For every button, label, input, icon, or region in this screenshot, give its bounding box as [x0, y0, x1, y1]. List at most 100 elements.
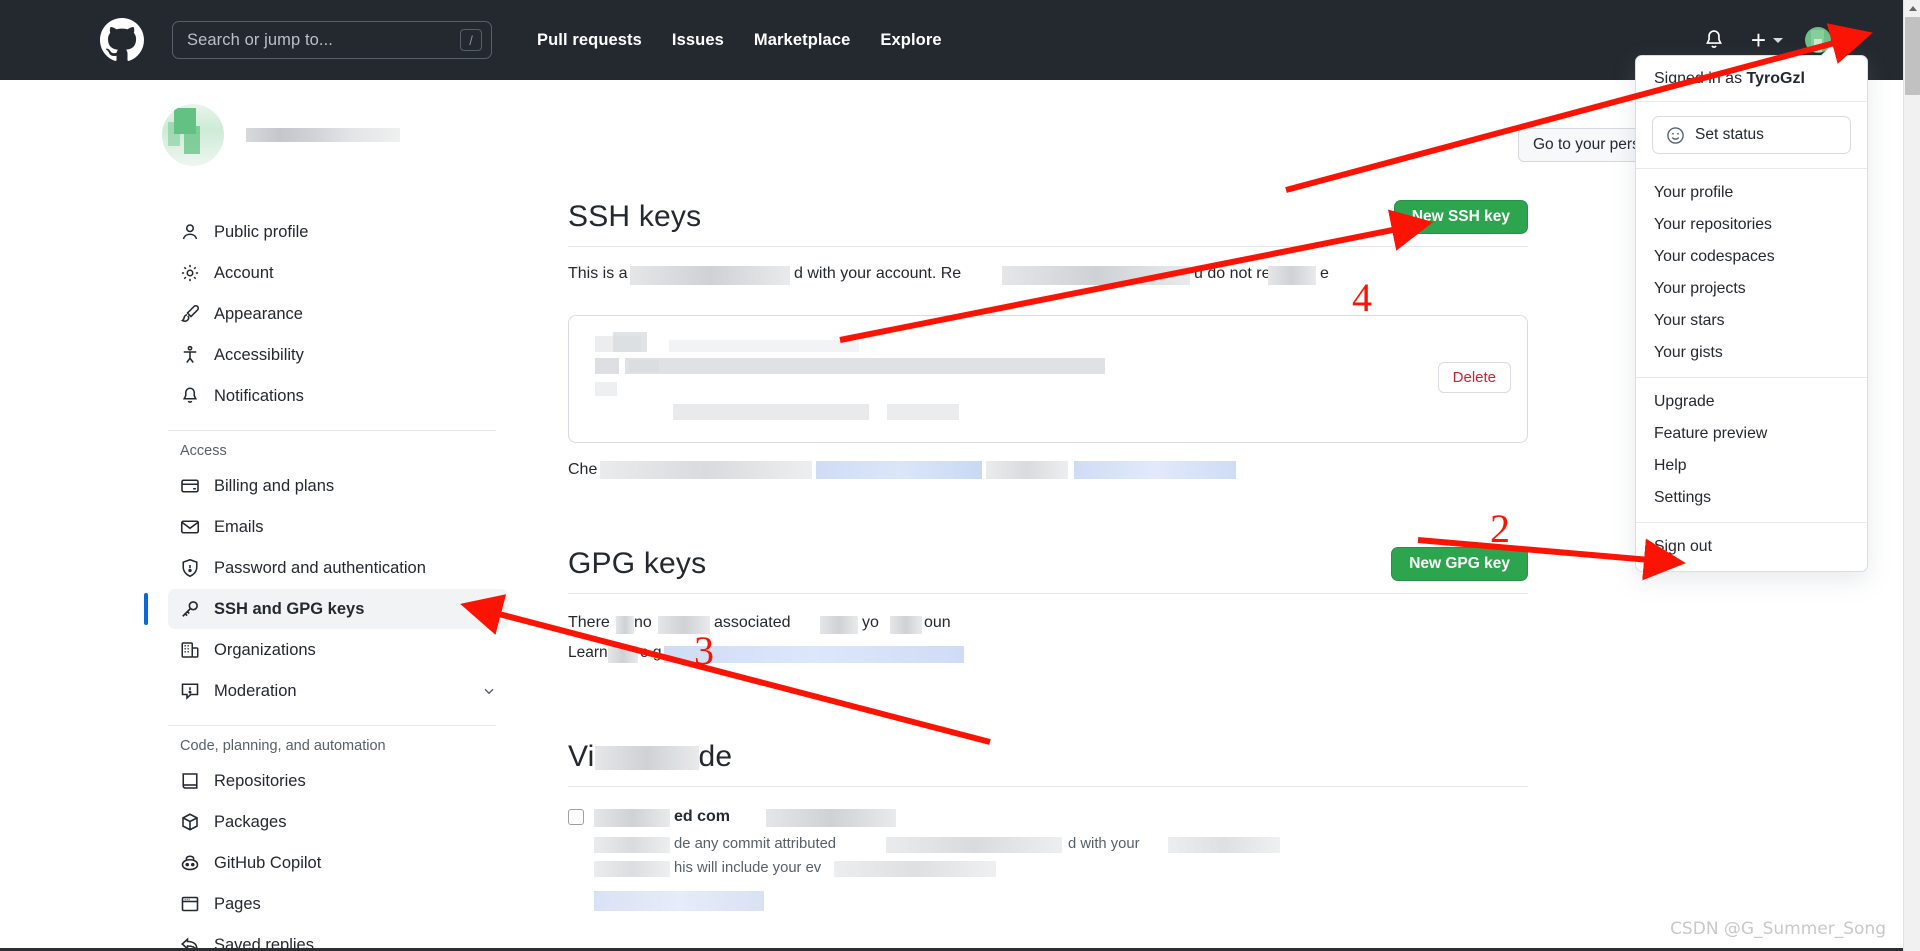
new-gpg-key-button[interactable]: New GPG key	[1391, 547, 1528, 581]
sidebar-item-label: Billing and plans	[214, 476, 335, 495]
copilot-icon	[181, 855, 199, 871]
report-icon	[181, 683, 199, 700]
sidebar-item-label: Notifications	[214, 386, 304, 405]
primary-nav: Pull requests Issues Marketplace Explore	[522, 31, 957, 50]
nav-pull-requests[interactable]: Pull requests	[522, 31, 657, 50]
gear-icon	[181, 264, 199, 282]
menu-item-help[interactable]: Help	[1636, 450, 1867, 482]
repo-icon	[182, 773, 198, 789]
watermark: CSDN @G_Summer_Song	[1670, 919, 1886, 939]
accessibility-icon	[183, 345, 197, 363]
gpg-learn-part2[interactable]: o g	[640, 644, 662, 662]
sidebar-item-label: SSH and GPG keys	[214, 599, 365, 618]
sidebar-item-emails[interactable]: Emails	[168, 507, 508, 547]
ssh-keys-description: This is a list o d with your account. Re…	[568, 265, 1528, 289]
sidebar-item-label: Emails	[214, 517, 264, 536]
ssh-desc-part3: u do not rec	[1194, 265, 1279, 282]
gpg-title: GPG keys	[568, 547, 707, 580]
sidebar-item-password-and-authentication[interactable]: Password and authentication	[168, 548, 508, 588]
shield-lock-icon	[182, 558, 198, 578]
signed-in-prefix: Signed in as	[1654, 70, 1747, 87]
page-scrollbar[interactable]	[1903, 0, 1920, 951]
vigilant-checkbox-label: ed com	[674, 808, 731, 825]
bell-icon	[183, 387, 197, 403]
menu-item-upgrade[interactable]: Upgrade	[1636, 386, 1867, 418]
flag-unsigned-commits-checkbox[interactable]	[568, 809, 584, 825]
search-input[interactable]: Search or jump to... /	[172, 21, 492, 59]
menu-item-your-projects[interactable]: Your projects	[1636, 273, 1867, 305]
menu-item-your-profile[interactable]: Your profile	[1636, 177, 1867, 209]
new-ssh-key-button[interactable]: New SSH key	[1393, 200, 1528, 234]
scroll-up-arrow-icon[interactable]	[1904, 0, 1920, 17]
sidebar-item-pages[interactable]: Pages	[168, 884, 508, 924]
ssh-key-card: Delete	[568, 315, 1528, 443]
sidebar-item-label: Pages	[214, 894, 261, 913]
sidebar-item-label: GitHub Copilot	[214, 853, 322, 872]
gpg-empty-part3: associated	[714, 614, 791, 631]
header-actions: +	[1703, 27, 1898, 53]
github-mark-icon[interactable]	[100, 18, 144, 62]
vigilant-help-2: his will include your ev	[674, 860, 822, 876]
gpg-empty-part5: oun	[924, 614, 951, 631]
menu-item-your-stars[interactable]: Your stars	[1636, 305, 1867, 337]
avatar[interactable]	[162, 104, 224, 166]
sidebar-item-moderation[interactable]: Moderation	[168, 671, 508, 711]
sidebar-item-repositories[interactable]: Repositories	[168, 761, 508, 801]
smiley-icon	[1667, 126, 1684, 144]
annotation-number-3: 3	[694, 628, 714, 673]
sidebar-group-code-label: Code, planning, and automation	[180, 738, 386, 754]
menu-item-your-gists[interactable]: Your gists	[1636, 337, 1867, 369]
paintbrush-icon	[180, 305, 199, 322]
sidebar-item-github-copilot[interactable]: GitHub Copilot	[168, 843, 508, 883]
dropdown-section-personal: Your profile Your repositories Your code…	[1636, 169, 1867, 378]
nav-explore[interactable]: Explore	[865, 31, 956, 50]
menu-item-settings[interactable]: Settings	[1636, 482, 1867, 514]
sidebar-item-label: Organizations	[214, 640, 316, 659]
vigilant-mode-header: Vi de	[568, 740, 1528, 774]
vigilant-title: Vi de	[568, 740, 732, 774]
chevron-down-icon[interactable]	[482, 684, 496, 698]
annotation-number-4: 4	[1352, 275, 1372, 320]
set-status-button[interactable]: Set status	[1652, 116, 1851, 154]
person-icon	[182, 224, 198, 240]
signed-in-username: TyroGzl	[1746, 70, 1805, 87]
sidebar-item-accessibility[interactable]: Accessibility	[168, 335, 508, 375]
credit-card-icon	[181, 479, 199, 493]
create-new-menu[interactable]: +	[1751, 27, 1783, 53]
sidebar-item-label: Password and authentication	[214, 558, 426, 577]
dropdown-section-signout: Sign out	[1636, 523, 1867, 571]
page-title: SSH keys	[568, 200, 702, 233]
key-icon	[182, 601, 198, 617]
sidebar-item-packages[interactable]: Packages	[168, 802, 508, 842]
scrollbar-thumb[interactable]	[1905, 17, 1920, 95]
vigilant-help-1: de any commit attributed	[674, 836, 837, 852]
sidebar-item-public-profile[interactable]: Public profile	[168, 212, 508, 252]
menu-item-feature-preview[interactable]: Feature preview	[1636, 418, 1867, 450]
nav-issues[interactable]: Issues	[657, 31, 739, 50]
delete-ssh-key-button[interactable]: Delete	[1437, 362, 1511, 393]
menu-item-your-repositories[interactable]: Your repositories	[1636, 209, 1867, 241]
menu-item-sign-out[interactable]: Sign out	[1636, 531, 1867, 563]
gpg-empty-part4: yo	[862, 614, 879, 631]
sidebar-item-appearance[interactable]: Appearance	[168, 294, 508, 334]
sidebar-item-ssh-and-gpg-keys[interactable]: SSH and GPG keys	[144, 589, 508, 629]
ssh-check-line: Che	[568, 461, 1528, 483]
user-dropdown-menu: Signed in as TyroGzl Set status Your pro…	[1635, 55, 1868, 572]
sidebar-item-notifications[interactable]: Notifications	[168, 376, 508, 416]
dropdown-status-section: Set status	[1636, 102, 1867, 169]
sidebar-item-label: Accessibility	[214, 345, 304, 364]
vigilant-title-prefix: Vi	[568, 740, 595, 773]
vigilant-title-suffix: de	[698, 740, 733, 773]
sidebar-item-account[interactable]: Account	[168, 253, 508, 293]
username-redacted	[246, 128, 400, 142]
sidebar-item-organizations[interactable]: Organizations	[168, 630, 508, 670]
vigilant-help-1b: d with your	[1068, 836, 1140, 852]
sidebar-item-label: Appearance	[214, 304, 303, 323]
sidebar-item-billing-and-plans[interactable]: Billing and plans	[168, 466, 508, 506]
check-line-text: Che	[568, 461, 598, 478]
nav-marketplace[interactable]: Marketplace	[739, 31, 865, 50]
search-shortcut-key: /	[460, 29, 482, 51]
menu-item-your-codespaces[interactable]: Your codespaces	[1636, 241, 1867, 273]
github-settings-page: Search or jump to... / Pull requests Iss…	[0, 0, 1920, 951]
bell-icon[interactable]	[1703, 29, 1725, 51]
